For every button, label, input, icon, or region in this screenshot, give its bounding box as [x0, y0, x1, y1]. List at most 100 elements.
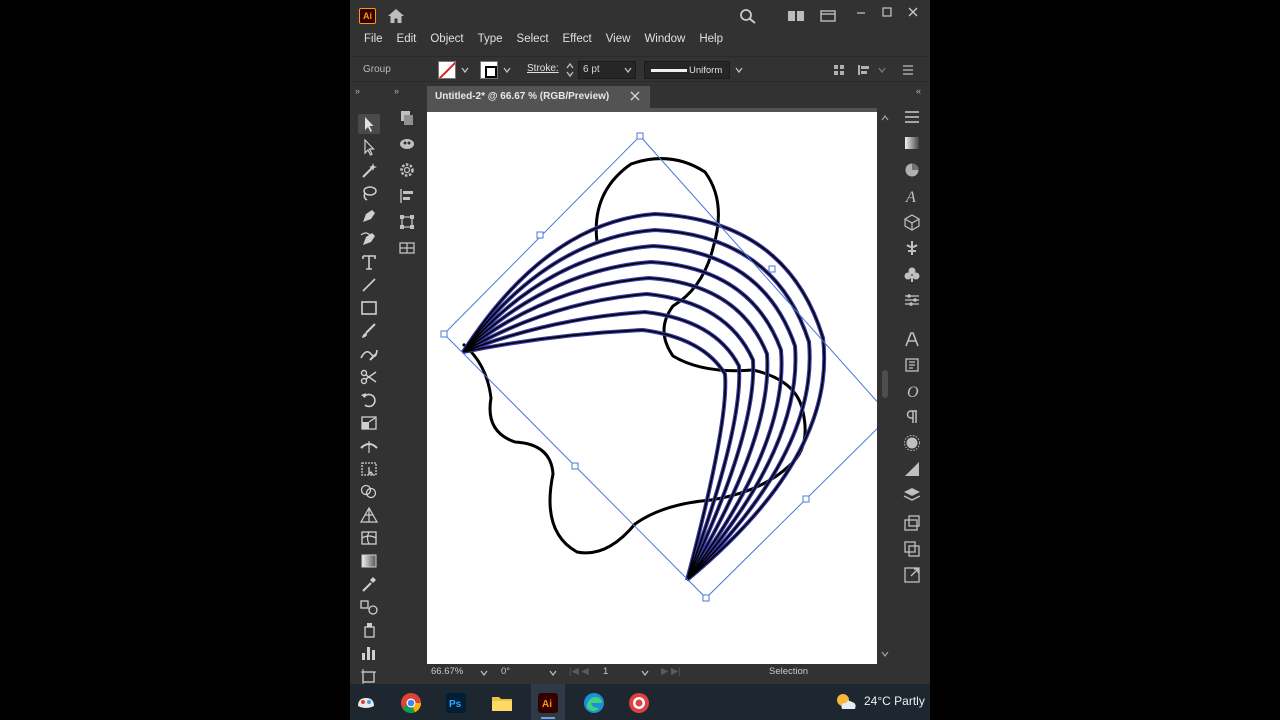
type-tool-icon[interactable] — [358, 252, 380, 272]
tools-collapse-icon[interactable]: » — [355, 86, 360, 96]
paragraph-styles-icon[interactable] — [903, 356, 921, 374]
magic-wand-tool-icon[interactable] — [358, 160, 380, 180]
chrome-icon[interactable] — [400, 692, 422, 714]
first-artboard-icon[interactable]: |◀ ◀ — [569, 666, 589, 677]
artboard[interactable] — [427, 112, 877, 664]
stroke-profile-select[interactable]: Uniform — [644, 61, 730, 79]
symbols-icon[interactable] — [903, 265, 921, 283]
rectangle-tool-icon[interactable] — [358, 298, 380, 318]
artboard-tool-icon[interactable] — [358, 666, 380, 684]
artwork-svg[interactable] — [427, 112, 877, 664]
illustrator-taskbar-icon[interactable]: Ai — [537, 692, 559, 714]
selection-tool-icon[interactable] — [358, 114, 380, 134]
shaper-tool-icon[interactable] — [358, 344, 380, 364]
app-launcher-icon[interactable] — [355, 692, 377, 714]
menu-view[interactable]: View — [599, 30, 638, 48]
paintbrush-tool-icon[interactable] — [358, 321, 380, 341]
paragraph-icon[interactable] — [903, 408, 921, 426]
lasso-tool-icon[interactable] — [358, 183, 380, 203]
artboard-chevron-down-icon[interactable] — [641, 669, 649, 677]
rotate-tool-icon[interactable] — [358, 390, 380, 410]
pathfinder-icon[interactable] — [397, 238, 417, 258]
vertical-scroll-thumb[interactable] — [882, 370, 888, 398]
character-icon[interactable] — [903, 330, 921, 348]
scale-tool-icon[interactable] — [358, 413, 380, 433]
panels-collapse-icon[interactable]: « — [916, 86, 921, 96]
width-tool-icon[interactable] — [358, 436, 380, 456]
scroll-down-icon[interactable] — [881, 650, 889, 658]
rotation-chevron-down-icon[interactable] — [549, 669, 557, 677]
rotation-value[interactable]: 0° — [501, 666, 510, 677]
photoshop-icon[interactable]: Ps — [445, 692, 467, 714]
stroke-weight-stepper[interactable] — [564, 61, 576, 79]
transform-chevron-down-icon[interactable] — [878, 66, 886, 74]
export-icon[interactable] — [903, 514, 921, 532]
panel-menu-icon[interactable] — [901, 63, 915, 77]
document-tab[interactable]: Untitled-2* @ 66.67 % (RGB/Preview) — [427, 86, 650, 108]
close-document-icon[interactable] — [630, 91, 640, 101]
fill-dropdown-chevron-down-icon[interactable] — [461, 66, 469, 74]
3d-icon[interactable] — [903, 213, 921, 231]
symbol-sprayer-tool-icon[interactable] — [358, 620, 380, 640]
gear-icon[interactable] — [397, 160, 417, 180]
menu-type[interactable]: Type — [471, 30, 510, 48]
last-artboard-icon[interactable]: ▶ ▶| — [661, 666, 681, 677]
arrange-documents-icon[interactable] — [787, 9, 805, 23]
puppet-warp-icon[interactable] — [903, 239, 921, 257]
perspective-grid-tool-icon[interactable] — [358, 505, 380, 525]
transform-icon[interactable] — [857, 63, 871, 77]
align-panel-icon[interactable] — [397, 186, 417, 206]
menu-select[interactable]: Select — [510, 30, 556, 48]
gradient-tool-icon[interactable] — [358, 551, 380, 571]
menu-window[interactable]: Window — [637, 30, 692, 48]
scroll-up-icon[interactable] — [881, 114, 889, 122]
gradient-panel-icon[interactable] — [903, 134, 921, 152]
free-transform-tool-icon[interactable] — [358, 459, 380, 479]
close-window-button[interactable] — [902, 4, 924, 20]
eyedropper-tool-icon[interactable] — [358, 574, 380, 594]
direct-selection-tool-icon[interactable] — [358, 137, 380, 157]
color-guide-icon[interactable] — [903, 434, 921, 452]
scissors-tool-icon[interactable] — [358, 367, 380, 387]
align-icon[interactable] — [832, 63, 846, 77]
menu-file[interactable]: File — [357, 30, 390, 48]
opentype-icon[interactable]: O — [903, 382, 921, 400]
stroke-weight-chevron-down-icon[interactable] — [624, 66, 632, 74]
search-icon[interactable] — [739, 8, 757, 24]
tools-expand-icon[interactable]: » — [394, 86, 399, 96]
fill-color-swatch[interactable] — [438, 61, 456, 79]
curvature-tool-icon[interactable] — [358, 229, 380, 249]
minimize-button[interactable] — [850, 4, 872, 20]
column-graph-tool-icon[interactable] — [358, 643, 380, 663]
zoom-level[interactable]: 66.67% — [431, 666, 463, 677]
layers-icon[interactable] — [903, 486, 921, 504]
transform-panel-icon[interactable] — [397, 212, 417, 232]
weather-icon[interactable] — [834, 691, 858, 713]
adjustments-icon[interactable] — [903, 291, 921, 309]
maximize-button[interactable] — [876, 4, 898, 20]
asset-export-icon[interactable] — [903, 566, 921, 584]
artboards-icon[interactable] — [903, 540, 921, 558]
artboard-number[interactable]: 1 — [603, 666, 608, 677]
pen-tool-icon[interactable] — [358, 206, 380, 226]
edge-icon[interactable] — [583, 692, 605, 714]
screen-recorder-icon[interactable] — [628, 692, 650, 714]
swatches-icon[interactable] — [903, 161, 921, 179]
gradient-swatch-icon[interactable] — [903, 460, 921, 478]
weather-text[interactable]: 24°C Partly — [864, 694, 925, 708]
menu-object[interactable]: Object — [423, 30, 470, 48]
appearance-icon[interactable] — [397, 134, 417, 154]
shape-builder-tool-icon[interactable] — [358, 482, 380, 502]
menu-help[interactable]: Help — [692, 30, 730, 48]
file-explorer-icon[interactable] — [491, 692, 513, 714]
stroke-color-swatch[interactable] — [480, 61, 498, 79]
stroke-dropdown-chevron-down-icon[interactable] — [503, 66, 511, 74]
libraries-icon[interactable] — [397, 108, 417, 128]
blend-tool-icon[interactable] — [358, 597, 380, 617]
stroke-label[interactable]: Stroke: — [527, 63, 559, 74]
stroke-weight-field[interactable]: 6 pt — [578, 61, 636, 79]
zoom-chevron-down-icon[interactable] — [480, 669, 488, 677]
character-styles-icon[interactable]: A — [903, 187, 921, 205]
profile-dropdown-chevron-down-icon[interactable] — [735, 66, 743, 74]
menu-edit[interactable]: Edit — [390, 30, 424, 48]
